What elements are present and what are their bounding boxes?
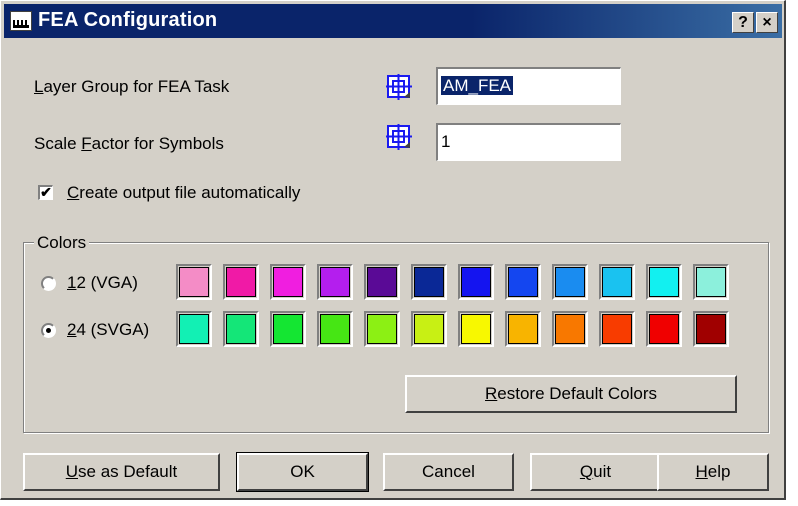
layer-group-label: Layer Group for FEA Task (34, 77, 230, 96)
color-swatch[interactable] (223, 311, 259, 347)
color-swatch[interactable] (599, 264, 635, 300)
layer-pick-icon[interactable] (386, 74, 412, 100)
color-swatch[interactable] (317, 264, 353, 300)
create-output-label[interactable]: Create output file automatically (67, 183, 300, 203)
title-bar[interactable]: FEA Configuration ? × (4, 4, 782, 38)
layer-group-input[interactable]: AM_FEA (436, 67, 621, 105)
color-swatch[interactable] (364, 264, 400, 300)
color-swatch-fill (696, 314, 726, 344)
color-swatch-fill (179, 267, 209, 297)
color-swatch-fill (461, 314, 491, 344)
color-swatch-fill (226, 267, 256, 297)
color-swatch-fill (273, 267, 303, 297)
color-swatch[interactable] (458, 311, 494, 347)
color-swatch-fill (649, 267, 679, 297)
color-swatch[interactable] (364, 311, 400, 347)
scale-factor-input[interactable]: 1 (436, 123, 621, 161)
restore-default-colors-button[interactable]: Restore Default Colors (405, 375, 737, 413)
color-swatch-fill (602, 314, 632, 344)
color-swatch[interactable] (646, 311, 682, 347)
color-swatch[interactable] (599, 311, 635, 347)
color-swatch-fill (508, 314, 538, 344)
radio-24-svga-label[interactable]: 24 (SVGA) (67, 320, 149, 340)
scale-pick-icon[interactable] (386, 124, 412, 150)
color-swatch-fill (461, 267, 491, 297)
color-swatch[interactable] (552, 311, 588, 347)
radio-12-vga[interactable] (41, 276, 56, 291)
color-swatch-fill (226, 314, 256, 344)
color-swatch-fill (367, 267, 397, 297)
color-swatch-fill (414, 314, 444, 344)
app-icon (10, 11, 32, 31)
radio-12-vga-label[interactable]: 12 (VGA) (67, 273, 138, 293)
color-swatch-fill (555, 314, 585, 344)
color-swatch-fill (367, 314, 397, 344)
color-swatch[interactable] (270, 311, 306, 347)
help-button[interactable]: Help (657, 453, 769, 491)
quit-button[interactable]: Quit (530, 453, 661, 491)
cancel-button[interactable]: Cancel (383, 453, 514, 491)
color-swatch[interactable] (458, 264, 494, 300)
color-swatch-fill (696, 267, 726, 297)
color-swatch[interactable] (552, 264, 588, 300)
color-swatch-fill (179, 314, 209, 344)
color-swatch[interactable] (223, 264, 259, 300)
color-swatch-fill (414, 267, 444, 297)
color-swatch[interactable] (505, 311, 541, 347)
color-swatch-fill (508, 267, 538, 297)
color-swatch[interactable] (411, 264, 447, 300)
create-output-checkbox[interactable]: ✔ (38, 185, 53, 200)
color-swatch-fill (273, 314, 303, 344)
colors-group-label: Colors (34, 233, 90, 253)
color-swatch[interactable] (270, 264, 306, 300)
fea-configuration-dialog: FEA Configuration ? × Layer Group for FE… (0, 0, 786, 500)
color-swatch-fill (602, 267, 632, 297)
color-swatch[interactable] (693, 311, 729, 347)
color-swatch[interactable] (176, 264, 212, 300)
color-swatch[interactable] (646, 264, 682, 300)
color-swatch-fill (649, 314, 679, 344)
color-swatch[interactable] (693, 264, 729, 300)
color-swatch-fill (555, 267, 585, 297)
window-title: FEA Configuration (38, 9, 218, 31)
color-swatch[interactable] (317, 311, 353, 347)
color-swatch-fill (320, 314, 350, 344)
color-swatch[interactable] (505, 264, 541, 300)
color-swatch-fill (320, 267, 350, 297)
close-button[interactable]: × (756, 12, 778, 33)
ok-button[interactable]: OK (236, 452, 369, 492)
radio-24-svga[interactable] (41, 323, 56, 338)
radio-selected-dot (46, 328, 51, 333)
help-title-button[interactable]: ? (732, 12, 754, 33)
use-as-default-button[interactable]: Use as Default (23, 453, 220, 491)
scale-factor-label: Scale Factor for Symbols (34, 134, 224, 153)
color-swatch[interactable] (411, 311, 447, 347)
color-swatch[interactable] (176, 311, 212, 347)
